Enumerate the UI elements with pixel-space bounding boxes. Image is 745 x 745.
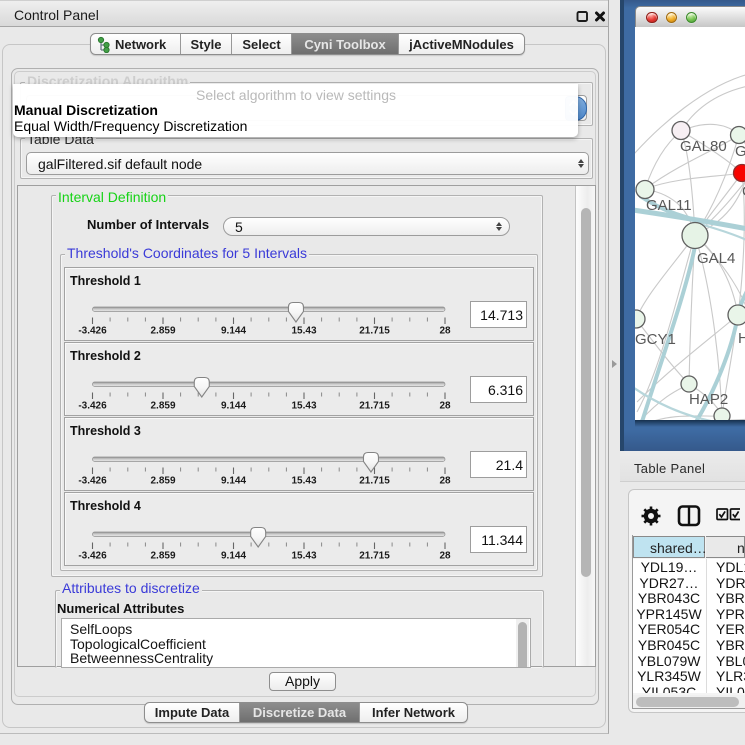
svg-text:28: 28 [439, 401, 451, 412]
svg-text:15.43: 15.43 [291, 476, 316, 487]
svg-text:GAL80: GAL80 [680, 138, 727, 155]
svg-text:GAL11: GAL11 [646, 197, 692, 214]
svg-text:9.144: 9.144 [221, 326, 246, 337]
svg-text:HAP2: HAP2 [689, 391, 728, 408]
svg-text:9.144: 9.144 [221, 551, 246, 562]
svg-text:28: 28 [439, 551, 451, 562]
svg-text:GA: GA [735, 143, 745, 160]
svg-text:2.859: 2.859 [150, 326, 175, 337]
svg-text:21.715: 21.715 [359, 326, 390, 337]
svg-text:15.43: 15.43 [291, 326, 316, 337]
svg-text:15.43: 15.43 [291, 551, 316, 562]
svg-text:-3.426: -3.426 [78, 326, 107, 337]
svg-text:15.43: 15.43 [291, 401, 316, 412]
svg-text:21.715: 21.715 [359, 401, 390, 412]
svg-text:GCY1: GCY1 [635, 331, 676, 348]
svg-text:-3.426: -3.426 [78, 551, 107, 562]
svg-text:GAL4: GAL4 [697, 250, 735, 267]
svg-text:2.859: 2.859 [150, 551, 175, 562]
svg-text:9.144: 9.144 [221, 401, 246, 412]
svg-text:9.144: 9.144 [221, 476, 246, 487]
svg-text:H: H [738, 330, 745, 347]
svg-text:2.859: 2.859 [150, 476, 175, 487]
svg-text:-3.426: -3.426 [78, 476, 107, 487]
svg-text:28: 28 [439, 476, 451, 487]
svg-text:28: 28 [439, 326, 451, 337]
svg-text:-3.426: -3.426 [78, 401, 107, 412]
svg-text:21.715: 21.715 [359, 551, 390, 562]
svg-text:21.715: 21.715 [359, 476, 390, 487]
svg-text:2.859: 2.859 [150, 401, 175, 412]
